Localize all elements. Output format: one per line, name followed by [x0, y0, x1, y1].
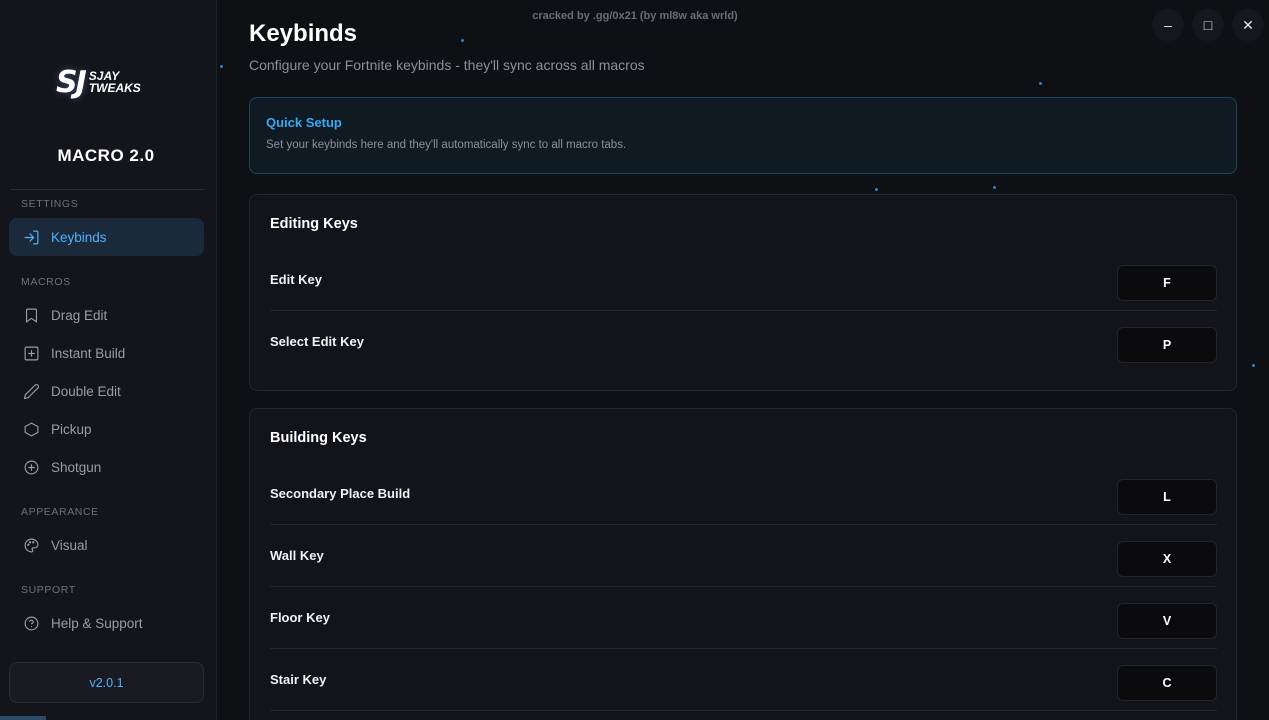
keybind-row-edit-key: Edit Key F [270, 249, 1217, 311]
editing-keys-card: Editing Keys Edit Key F Select Edit Key … [249, 194, 1237, 391]
keybind-row-secondary-place-build: Secondary Place Build L [270, 463, 1217, 525]
section-label-macros: MACROS [21, 276, 71, 288]
sidebar-item-drag-edit[interactable]: Drag Edit [9, 296, 204, 334]
sidebar-item-visual[interactable]: Visual [9, 526, 204, 564]
section-label-appearance: APPEARANCE [21, 506, 99, 518]
sidebar-item-label: Double Edit [51, 383, 121, 399]
keybind-row-select-edit-key: Select Edit Key P [270, 311, 1217, 373]
sidebar-item-keybinds[interactable]: Keybinds [9, 218, 204, 256]
keybind-label: Stair Key [270, 672, 327, 687]
scroll-indicator [0, 716, 46, 720]
brand-logo: SJ SJAY TWEAKS [56, 60, 166, 104]
keybind-button[interactable]: F [1117, 265, 1217, 301]
plus-square-icon [22, 344, 40, 362]
maximize-button[interactable]: □ [1192, 9, 1224, 41]
logo-mark: SJ [56, 64, 87, 100]
app-title: MACRO 2.0 [57, 146, 155, 165]
sidebar: SJ SJAY TWEAKS MACRO 2.0 SETTINGS Keybin… [0, 0, 217, 720]
particle [1039, 82, 1042, 85]
sidebar-item-instant-build[interactable]: Instant Build [9, 334, 204, 372]
sidebar-divider [10, 189, 204, 190]
login-arrow-icon [22, 228, 40, 246]
plus-circle-icon [22, 458, 40, 476]
help-circle-icon [22, 614, 40, 632]
keybind-label: Edit Key [270, 272, 323, 287]
maximize-icon: □ [1203, 17, 1213, 33]
keybind-row-floor-key: Floor Key V [270, 587, 1217, 649]
particle [1252, 364, 1255, 367]
page-title: Keybinds [249, 20, 358, 47]
section-label-settings: SETTINGS [21, 198, 79, 210]
keybind-label: Wall Key [270, 548, 324, 563]
particle [875, 188, 878, 191]
quick-setup-banner: Quick Setup Set your keybinds here and t… [249, 97, 1237, 174]
sidebar-item-double-edit[interactable]: Double Edit [9, 372, 204, 410]
quick-setup-text: Set your keybinds here and they'll autom… [266, 139, 627, 151]
particle [993, 186, 996, 189]
keybind-label: Floor Key [270, 610, 330, 625]
app-window: SJ SJAY TWEAKS MACRO 2.0 SETTINGS Keybin… [0, 0, 1269, 720]
sidebar-item-label: Pickup [51, 421, 92, 437]
row-divider [270, 710, 1217, 711]
keybind-row-stair-key: Stair Key C [270, 649, 1217, 711]
keybind-button[interactable]: C [1117, 665, 1217, 701]
sidebar-item-label: Instant Build [51, 345, 126, 361]
section-label-support: SUPPORT [21, 584, 76, 596]
logo-line-2: TWEAKS [88, 81, 141, 95]
logo-wordmark: SJAY TWEAKS [89, 70, 141, 94]
sidebar-item-label: Visual [51, 537, 88, 553]
minimize-icon: – [1164, 17, 1172, 33]
sidebar-item-label: Keybinds [51, 229, 107, 245]
hexagon-icon [22, 420, 40, 438]
pencil-icon [22, 382, 40, 400]
minimize-button[interactable]: – [1152, 9, 1184, 41]
particle [220, 65, 223, 68]
version-badge: v2.0.1 [9, 662, 204, 703]
close-icon: ✕ [1242, 16, 1254, 33]
keybind-label: Secondary Place Build [270, 486, 411, 501]
watermark-text: cracked by .gg/0x21 (by ml8w aka wrld) [532, 10, 738, 22]
sidebar-item-label: Help & Support [51, 615, 143, 631]
sidebar-item-shotgun[interactable]: Shotgun [9, 448, 204, 486]
sidebar-item-pickup[interactable]: Pickup [9, 410, 204, 448]
card-title: Editing Keys [270, 216, 358, 232]
particle [461, 39, 464, 42]
keybind-button[interactable]: P [1117, 327, 1217, 363]
keybind-button[interactable]: X [1117, 541, 1217, 577]
quick-setup-title: Quick Setup [266, 115, 342, 130]
keybind-button[interactable]: L [1117, 479, 1217, 515]
sidebar-item-label: Drag Edit [51, 307, 108, 323]
building-keys-card: Building Keys Secondary Place Build L Wa… [249, 408, 1237, 720]
sidebar-item-label: Shotgun [51, 459, 102, 475]
card-title: Building Keys [270, 430, 367, 446]
sidebar-item-help-support[interactable]: Help & Support [9, 604, 204, 642]
close-button[interactable]: ✕ [1232, 9, 1264, 41]
bookmark-icon [22, 306, 40, 324]
page-subtitle: Configure your Fortnite keybinds - they'… [249, 57, 645, 73]
palette-icon [22, 536, 40, 554]
keybind-row-wall-key: Wall Key X [270, 525, 1217, 587]
keybind-button[interactable]: V [1117, 603, 1217, 639]
keybind-label: Select Edit Key [270, 334, 364, 349]
